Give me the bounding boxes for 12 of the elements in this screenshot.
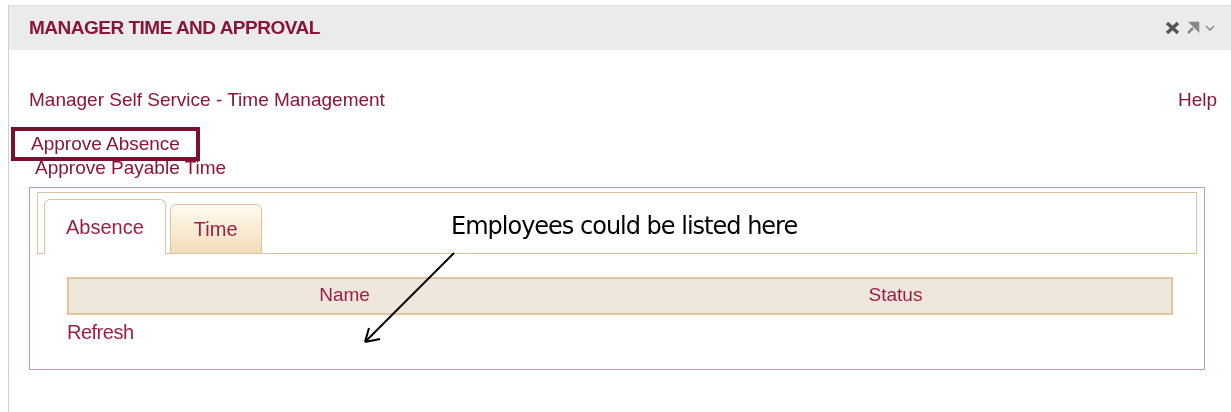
help-link[interactable]: Help bbox=[1177, 86, 1217, 115]
portlet-title: MANAGER TIME AND APPROVAL bbox=[29, 15, 320, 40]
nav-link[interactable]: Approve Absence bbox=[11, 126, 200, 161]
close-icon[interactable] bbox=[1165, 21, 1180, 35]
column-header: Name bbox=[319, 283, 370, 308]
annotation-text: Employees could be listed here bbox=[451, 210, 798, 242]
column-header: Status bbox=[868, 283, 923, 308]
tab[interactable]: Time bbox=[169, 203, 262, 254]
caret-icon[interactable] bbox=[1205, 25, 1215, 31]
tab[interactable]: Absence bbox=[44, 198, 166, 254]
refresh-link[interactable]: Refresh bbox=[67, 316, 1197, 347]
page-title: Manager Self Service - Time Management bbox=[29, 88, 385, 112]
